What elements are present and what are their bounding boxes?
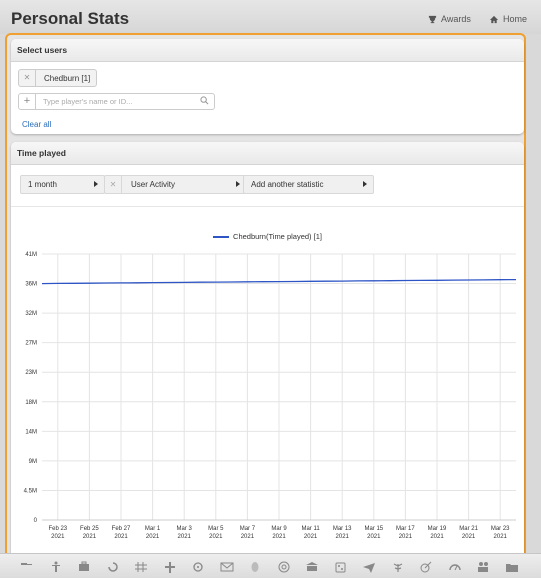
x-tick-year-label: 2021: [114, 534, 128, 540]
player-search: +: [18, 93, 215, 110]
add-statistic-arrow-icon: [363, 181, 367, 187]
x-tick-year-label: 2021: [83, 534, 97, 540]
target-icon[interactable]: [277, 560, 291, 573]
bottom-toolbar: [0, 553, 541, 578]
x-tick-year-label: 2021: [399, 534, 413, 540]
x-tick-year-label: 2021: [367, 534, 381, 540]
y-tick-label: 23M: [25, 370, 37, 376]
x-tick-year-label: 2021: [494, 534, 508, 540]
folder-icon[interactable]: [505, 560, 519, 572]
x-tick-year-label: 2021: [462, 534, 476, 540]
x-tick-year-label: 2021: [430, 534, 444, 540]
gauge-icon[interactable]: [448, 560, 462, 572]
awards-link[interactable]: Awards: [428, 14, 471, 24]
home-icon: [489, 15, 499, 23]
x-tick-label: Mar 5: [208, 526, 224, 532]
hammer-icon[interactable]: [20, 560, 34, 572]
people-icon[interactable]: [476, 560, 490, 572]
remove-stat-icon[interactable]: ✕: [105, 176, 122, 193]
egg-icon[interactable]: [248, 560, 262, 572]
home-link[interactable]: Home: [489, 14, 527, 24]
x-tick-year-label: 2021: [51, 534, 65, 540]
x-tick-label: Mar 3: [177, 526, 193, 532]
x-tick-label: Mar 21: [459, 526, 478, 532]
x-tick-year-label: 2021: [146, 534, 160, 540]
x-tick-label: Feb 23: [48, 526, 67, 532]
x-tick-year-label: 2021: [178, 534, 192, 540]
plane-icon[interactable]: [362, 560, 376, 573]
top-bar: Personal Stats Awards Home: [0, 0, 541, 34]
time-played-chart: 0 4.5M 9M 14M 18M 23M 27M 32M 36M 41M Feb 23 2021 Fe…: [24, 252, 517, 540]
hash-icon[interactable]: [134, 560, 148, 572]
y-tick-label: 32M: [25, 311, 37, 317]
x-tick-label: Mar 9: [271, 526, 287, 532]
legend-line-swatch: [213, 235, 230, 238]
x-tick-label: Mar 13: [333, 526, 352, 532]
search-icon[interactable]: [200, 96, 209, 105]
man-icon[interactable]: [49, 560, 63, 572]
time-played-header: Time played: [11, 142, 524, 165]
select-users-panel: Select users ✕ Chedburn [1] + Clear all: [11, 39, 524, 134]
refresh-icon[interactable]: [106, 560, 120, 572]
home-label: Home: [503, 14, 528, 24]
cross-icon[interactable]: [163, 560, 177, 573]
bank-icon[interactable]: [305, 560, 319, 572]
period-select-value: 1 month: [28, 180, 57, 189]
x-tick-label: Mar 19: [428, 526, 447, 532]
y-tick-label: 9M: [29, 459, 37, 465]
x-tick-label: Mar 23: [491, 526, 510, 532]
y-tick-label: 4.5M: [24, 488, 37, 494]
stat-select[interactable]: ✕ User Activity: [104, 175, 247, 194]
player-search-input[interactable]: [36, 96, 195, 107]
user-chip-label: Chedburn [1]: [44, 73, 91, 83]
y-tick-label: 18M: [25, 400, 37, 406]
page-title: Personal Stats: [11, 9, 130, 28]
dice-icon[interactable]: [334, 560, 348, 573]
trophy-icon: [428, 15, 437, 23]
add-statistic-value: Add another statistic: [251, 180, 324, 189]
stat-dropdown-arrow-icon: [236, 181, 240, 187]
user-chip: ✕ Chedburn [1]: [18, 69, 98, 87]
awards-label: Awards: [441, 14, 471, 24]
clear-all-link[interactable]: Clear all: [22, 120, 51, 129]
mail-icon[interactable]: [220, 560, 234, 572]
add-player-icon[interactable]: +: [19, 94, 36, 109]
period-dropdown-arrow-icon: [94, 181, 98, 187]
x-tick-year-label: 2021: [241, 534, 255, 540]
x-tick-label: Mar 1: [145, 526, 161, 532]
dart-icon[interactable]: [419, 560, 433, 573]
radiation-icon[interactable]: [191, 560, 205, 572]
x-tick-label: Mar 7: [240, 526, 256, 532]
x-tick-year-label: 2021: [304, 534, 318, 540]
stat-select-value: User Activity: [131, 180, 176, 189]
x-tick-label: Feb 27: [112, 526, 131, 532]
x-tick-label: Mar 17: [396, 526, 415, 532]
x-tick-year-label: 2021: [209, 534, 223, 540]
remove-user-icon[interactable]: ✕: [19, 70, 36, 86]
x-tick-year-label: 2021: [336, 534, 350, 540]
y-tick-label: 41M: [25, 252, 37, 258]
chart-separator: [11, 206, 524, 207]
y-tick-label: 14M: [25, 429, 37, 435]
x-tick-year-label: 2021: [272, 534, 286, 540]
y-tick-label: 27M: [25, 341, 37, 347]
y-tick-label: 0: [34, 518, 38, 524]
time-played-panel: Time played 1 month ✕ User Activity Add …: [11, 142, 524, 560]
x-tick-label: Mar 11: [301, 526, 320, 532]
select-users-header: Select users: [11, 39, 524, 62]
period-select[interactable]: 1 month: [20, 175, 105, 194]
x-tick-label: Mar 15: [364, 526, 383, 532]
x-tick-label: Feb 25: [80, 526, 99, 532]
leaf-icon[interactable]: [391, 560, 405, 572]
briefcase-icon[interactable]: [77, 560, 91, 572]
y-tick-label: 36M: [25, 282, 37, 288]
add-statistic-select[interactable]: Add another statistic: [243, 175, 374, 194]
